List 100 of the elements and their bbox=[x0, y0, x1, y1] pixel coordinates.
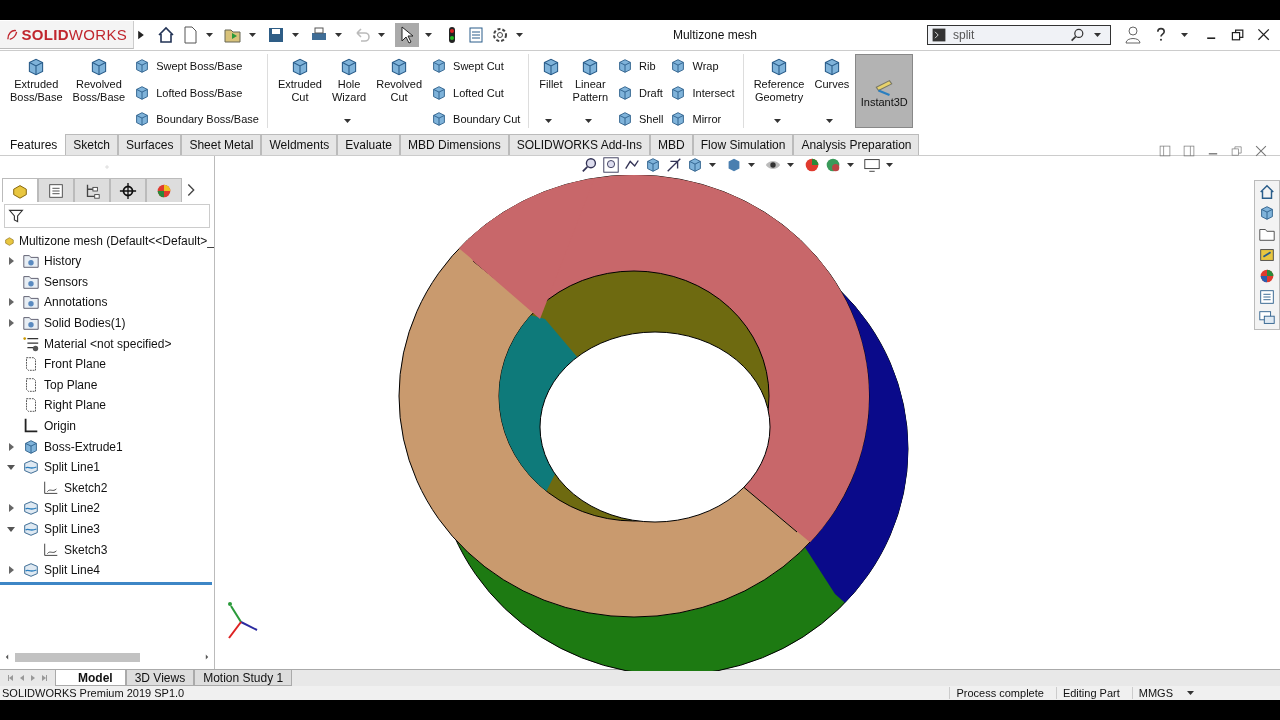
ribbon-button[interactable]: Boundary Cut bbox=[430, 110, 521, 128]
settings-icon[interactable] bbox=[490, 25, 510, 45]
document-tab[interactable]: 3D Views bbox=[125, 670, 195, 686]
caret-icon[interactable] bbox=[748, 163, 755, 167]
ribbon-tab[interactable]: Evaluate bbox=[337, 134, 400, 155]
ribbon-button[interactable]: Intersect bbox=[669, 83, 735, 102]
ribbon-button[interactable]: Mirror bbox=[669, 110, 735, 128]
list-icon[interactable] bbox=[1258, 288, 1276, 306]
ribbon-button[interactable]: Fillet bbox=[535, 54, 567, 128]
dropdown-caret-icon[interactable] bbox=[584, 119, 592, 123]
annotation-view-icon[interactable] bbox=[665, 156, 683, 174]
scroll-left-icon[interactable] bbox=[3, 652, 11, 662]
tree-item[interactable]: History bbox=[44, 254, 82, 269]
search-icon[interactable] bbox=[1070, 27, 1086, 43]
tree-item[interactable]: Top Plane bbox=[44, 377, 98, 392]
ribbon-button[interactable]: Reference Geometry bbox=[749, 54, 809, 128]
caret-icon[interactable] bbox=[709, 163, 716, 167]
ribbon-tab[interactable]: Sheet Metal bbox=[181, 134, 262, 155]
panel-right-icon[interactable] bbox=[1182, 144, 1196, 158]
ribbon-button[interactable]: Revolved Boss/Base bbox=[68, 54, 130, 128]
appearance-icon[interactable] bbox=[1258, 267, 1276, 285]
dropdown-caret-icon[interactable] bbox=[773, 119, 781, 123]
caret-icon[interactable] bbox=[886, 163, 893, 167]
ribbon-tab[interactable]: Sketch bbox=[65, 134, 119, 155]
tree-item[interactable]: Boss-Extrude1 bbox=[44, 439, 123, 454]
home-icon[interactable] bbox=[156, 25, 176, 45]
ribbon-button[interactable]: Boundary Boss/Base bbox=[133, 110, 259, 128]
zoom-area-icon[interactable] bbox=[602, 156, 620, 174]
document-tab[interactable]: Motion Study 1 bbox=[194, 670, 293, 686]
grip-icon[interactable] bbox=[103, 163, 111, 171]
ribbon-button[interactable]: Linear Pattern bbox=[568, 54, 612, 128]
tree-item[interactable]: Split Line3 bbox=[44, 522, 101, 536]
zoom-fit-icon[interactable] bbox=[581, 156, 599, 174]
ribbon-button[interactable]: Curves bbox=[810, 54, 854, 128]
ribbon-button[interactable]: Rib bbox=[616, 57, 664, 75]
save-icon[interactable] bbox=[266, 25, 286, 45]
ribbon-button[interactable]: Swept Boss/Base bbox=[133, 57, 259, 75]
ribbon-button[interactable]: Instant3D bbox=[855, 54, 914, 128]
scroll-right-icon[interactable] bbox=[203, 652, 211, 662]
caret-icon[interactable] bbox=[1181, 33, 1188, 37]
dropdown-caret-icon[interactable] bbox=[343, 119, 351, 123]
ribbon-tab[interactable]: MBD bbox=[650, 134, 693, 155]
ribbon-button[interactable]: Hole Wizard bbox=[327, 54, 371, 128]
tree-item[interactable]: Split Line4 bbox=[44, 563, 101, 578]
expand-arrow-icon[interactable] bbox=[7, 463, 15, 472]
section-view-icon[interactable] bbox=[644, 156, 662, 174]
panel-left-icon[interactable] bbox=[1158, 144, 1172, 158]
ribbon-button[interactable]: Shell bbox=[616, 110, 664, 128]
caret-icon[interactable] bbox=[787, 163, 794, 167]
ribbon-button[interactable]: Extruded Cut bbox=[273, 54, 326, 128]
caret-icon[interactable] bbox=[335, 33, 342, 37]
ribbon-button[interactable]: Draft bbox=[616, 83, 664, 102]
ribbon-tab[interactable]: Weldments bbox=[261, 134, 338, 155]
filter-field[interactable] bbox=[4, 204, 210, 228]
ribbon-button[interactable]: Revolved Cut bbox=[372, 54, 427, 128]
caret-icon[interactable] bbox=[425, 33, 432, 37]
tree-item[interactable]: Front Plane bbox=[44, 357, 107, 372]
ribbon-tab[interactable]: Surfaces bbox=[118, 134, 182, 155]
caret-icon[interactable] bbox=[1094, 33, 1101, 37]
tree-item[interactable]: Solid Bodies(1) bbox=[44, 316, 126, 331]
home-icon[interactable] bbox=[1258, 183, 1276, 201]
tree-item[interactable]: Material <not specified> bbox=[44, 336, 172, 351]
scene-icon[interactable] bbox=[824, 156, 842, 174]
tree-item[interactable]: Multizone mesh (Default<<Default>_ bbox=[18, 233, 214, 248]
search-field[interactable]: split bbox=[927, 25, 1111, 45]
ribbon-button[interactable]: Lofted Boss/Base bbox=[133, 83, 259, 102]
user-icon[interactable] bbox=[1123, 25, 1143, 45]
chat-icon[interactable] bbox=[1258, 309, 1276, 327]
appearance-icon[interactable] bbox=[803, 156, 821, 174]
tree-item[interactable]: Sketch2 bbox=[64, 480, 108, 495]
ribbon-button[interactable]: Lofted Cut bbox=[430, 83, 521, 102]
tree-item[interactable]: Split Line1 bbox=[44, 460, 101, 475]
tree-item[interactable]: Sensors bbox=[44, 274, 89, 289]
cube-icon[interactable] bbox=[1258, 204, 1276, 222]
tree-item[interactable]: Right Plane bbox=[44, 398, 107, 413]
ribbon-tab[interactable]: SOLIDWORKS Add-Ins bbox=[508, 134, 651, 155]
ribbon-button[interactable]: Wrap bbox=[669, 57, 735, 75]
ribbon-tab[interactable]: Flow Simulation bbox=[692, 134, 794, 155]
tree-item[interactable]: Annotations bbox=[44, 295, 108, 310]
caret-icon[interactable] bbox=[847, 163, 854, 167]
document-tab[interactable]: Model bbox=[55, 670, 126, 686]
caret-icon[interactable] bbox=[206, 33, 213, 37]
tree-item[interactable]: Split Line2 bbox=[44, 501, 101, 516]
panel-tab[interactable] bbox=[74, 178, 110, 202]
caret-icon[interactable] bbox=[292, 33, 299, 37]
panel-tab[interactable] bbox=[110, 178, 146, 202]
ribbon-button[interactable]: Extruded Boss/Base bbox=[6, 54, 67, 128]
ribbon-tab[interactable]: Analysis Preparation bbox=[793, 134, 920, 155]
caret-icon[interactable] bbox=[516, 33, 523, 37]
view-orientation-icon[interactable] bbox=[686, 156, 704, 174]
caret-icon[interactable] bbox=[249, 33, 256, 37]
dropdown-caret-icon[interactable] bbox=[545, 119, 553, 123]
dropdown-caret-icon[interactable] bbox=[826, 119, 834, 123]
ribbon-tab[interactable]: MBD Dimensions bbox=[399, 134, 509, 155]
expand-arrow-icon[interactable] bbox=[7, 525, 15, 533]
tree-item[interactable]: Origin bbox=[44, 419, 76, 434]
monitor-icon[interactable] bbox=[863, 156, 881, 174]
caret-icon[interactable] bbox=[378, 33, 385, 37]
tree-item[interactable]: Sketch3 bbox=[64, 542, 108, 557]
palette-icon[interactable] bbox=[1258, 246, 1276, 264]
